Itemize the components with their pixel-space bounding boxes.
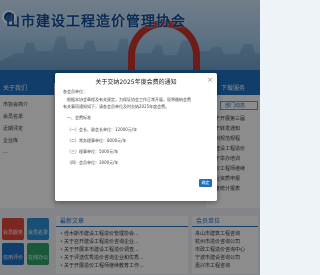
- dialog-text: （一）会长、副会长单位：12000元/年: [67, 127, 138, 132]
- dialog-text: 有关事项通知如下，请各会员单位及时交纳2025年度会费。: [63, 104, 170, 109]
- dialog-text: 根据本协会章程及有关规定，为保证协会工作正常开展，现将缴纳会费: [67, 97, 191, 102]
- dialog-text: （四）会员单位：3000元/年: [67, 160, 119, 165]
- dialog-text: 各会员单位：: [63, 89, 87, 94]
- dialog-text: （二）常务理事单位：8000元/年: [67, 138, 127, 143]
- dialog-title: 关于交纳2025年度会费的通知: [95, 79, 177, 86]
- dialog-text: 一、会费标准: [67, 115, 91, 120]
- ok-button[interactable]: 确定: [199, 179, 212, 187]
- close-icon[interactable]: ×: [207, 76, 213, 84]
- notice-dialog: 关于交纳2025年度会费的通知 × 各会员单位： 根据本协会章程及有关规定，为保…: [55, 73, 217, 201]
- dialog-text: （三）理事单位：5000元/年: [67, 149, 119, 154]
